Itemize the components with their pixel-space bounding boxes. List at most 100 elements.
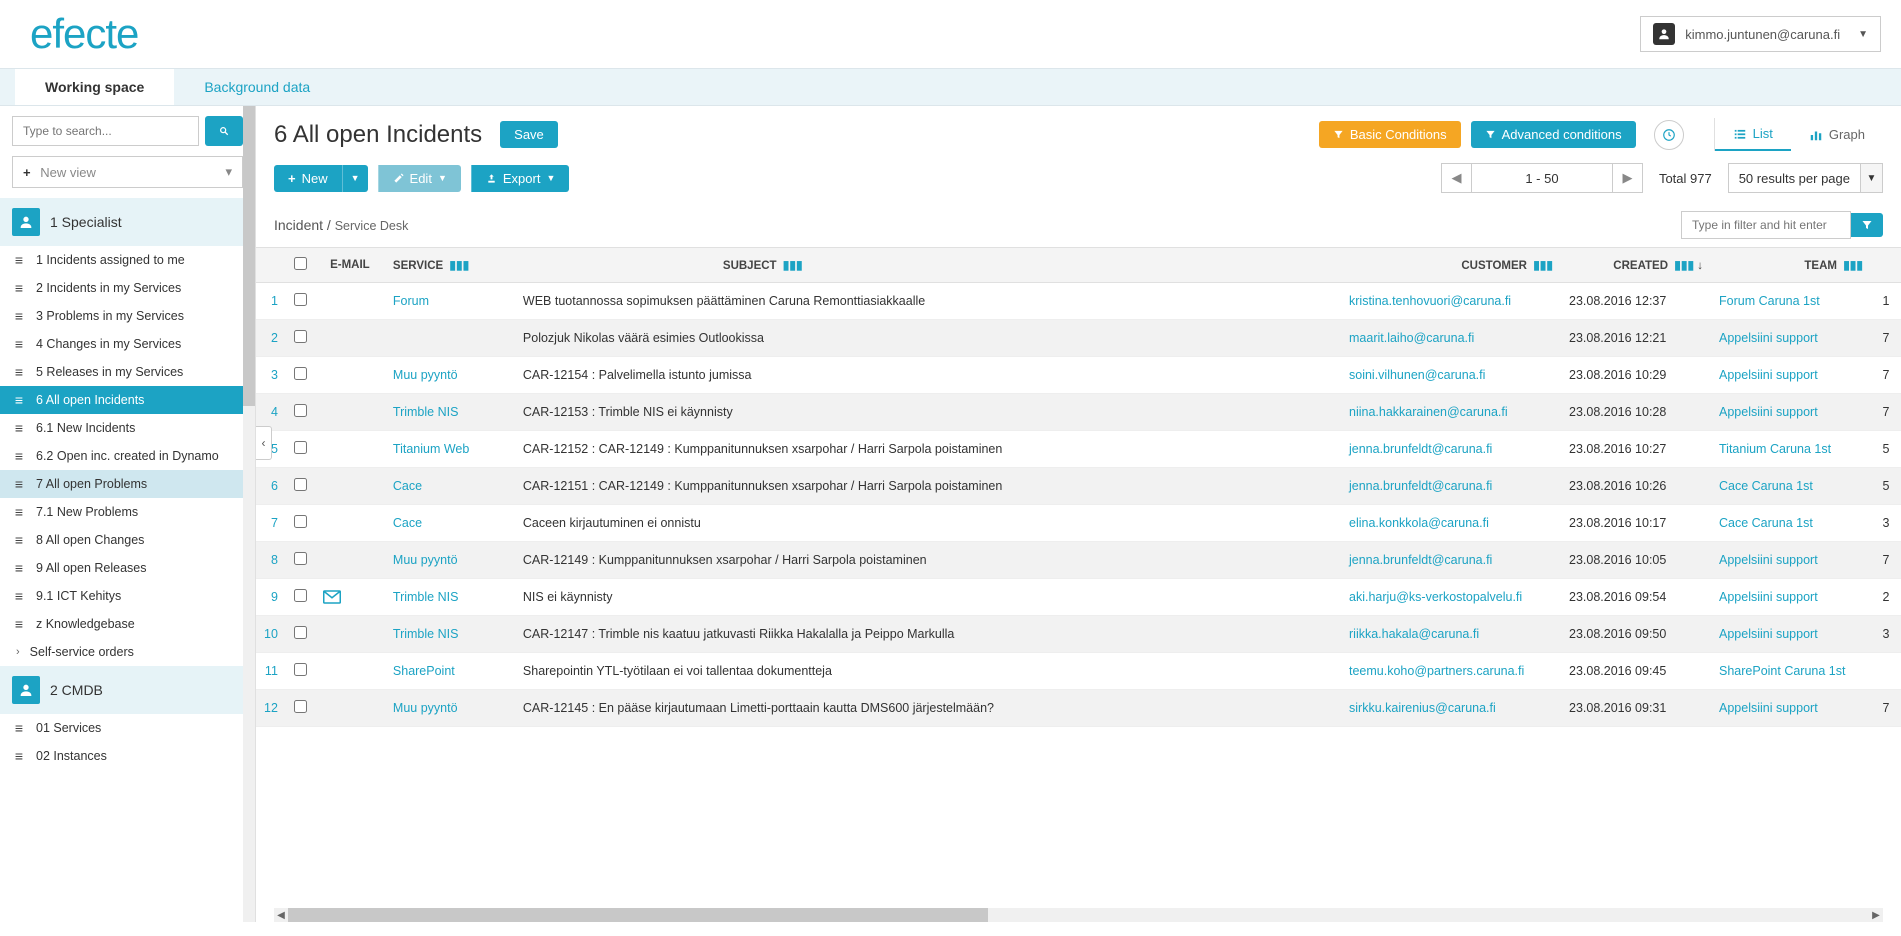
cell-service[interactable]: Cace [393, 516, 422, 530]
save-button[interactable]: Save [500, 121, 558, 148]
sidebar-scrollbar[interactable] [243, 106, 255, 922]
table-filter-input[interactable] [1681, 211, 1851, 239]
new-view-select[interactable]: + New view ▾ [12, 156, 243, 188]
cell-customer[interactable]: jenna.brunfeldt@caruna.fi [1349, 442, 1492, 456]
table-row[interactable]: 5Titanium WebCAR-12152 : CAR-12149 : Kum… [256, 431, 1901, 468]
sidebar-item[interactable]: ≡1 Incidents assigned to me [0, 246, 255, 274]
row-checkbox[interactable] [294, 663, 307, 676]
row-checkbox[interactable] [294, 367, 307, 380]
cell-team[interactable]: Cace Caruna 1st [1719, 516, 1813, 530]
cell-customer[interactable]: sirkku.kairenius@caruna.fi [1349, 701, 1496, 715]
row-checkbox[interactable] [294, 626, 307, 639]
row-checkbox[interactable] [294, 589, 307, 602]
sidebar-item[interactable]: ≡6.2 Open inc. created in Dynamo [0, 442, 255, 470]
sidebar-item[interactable]: ›Self-service orders [0, 638, 255, 666]
cell-customer[interactable]: kristina.tenhovuori@caruna.fi [1349, 294, 1511, 308]
cell-customer[interactable]: maarit.laiho@caruna.fi [1349, 331, 1474, 345]
cell-customer[interactable]: teemu.koho@partners.caruna.fi [1349, 664, 1524, 678]
tab-background-data[interactable]: Background data [174, 69, 340, 105]
table-row[interactable]: 12Muu pyyntöCAR-12145 : En pääse kirjaut… [256, 690, 1901, 727]
cell-customer[interactable]: riikka.hakala@caruna.fi [1349, 627, 1479, 641]
cell-team[interactable]: Appelsiini support [1719, 590, 1818, 604]
cell-team[interactable]: Appelsiini support [1719, 627, 1818, 641]
sidebar-item[interactable]: ≡7 All open Problems [0, 470, 255, 498]
cell-service[interactable]: Muu pyyntö [393, 701, 458, 715]
cell-customer[interactable]: niina.hakkarainen@caruna.fi [1349, 405, 1508, 419]
search-button[interactable] [205, 116, 243, 146]
cell-customer[interactable]: soini.vilhunen@caruna.fi [1349, 368, 1485, 382]
row-checkbox[interactable] [294, 441, 307, 454]
sidebar-item[interactable]: ≡7.1 New Problems [0, 498, 255, 526]
row-checkbox[interactable] [294, 700, 307, 713]
table-filter-button[interactable] [1851, 213, 1883, 237]
cell-customer[interactable]: jenna.brunfeldt@caruna.fi [1349, 553, 1492, 567]
sidebar-item[interactable]: ≡9 All open Releases [0, 554, 255, 582]
row-checkbox[interactable] [294, 515, 307, 528]
cell-team[interactable]: SharePoint Caruna 1st [1719, 664, 1845, 678]
scrollbar-thumb[interactable] [243, 106, 255, 406]
table-row[interactable]: 1ForumWEB tuotannossa sopimuksen päättäm… [256, 283, 1901, 320]
pager-next[interactable]: ▶ [1612, 164, 1642, 192]
view-list-tab[interactable]: List [1715, 118, 1791, 151]
sidebar-item[interactable]: ≡5 Releases in my Services [0, 358, 255, 386]
sidebar-item[interactable]: ≡6 All open Incidents [0, 386, 255, 414]
clock-icon[interactable] [1654, 120, 1684, 150]
sidebar-item[interactable]: ≡8 All open Changes [0, 526, 255, 554]
cell-customer[interactable]: elina.konkkola@caruna.fi [1349, 516, 1489, 530]
view-graph-tab[interactable]: Graph [1791, 118, 1883, 151]
cell-customer[interactable]: jenna.brunfeldt@caruna.fi [1349, 479, 1492, 493]
table-row[interactable]: 11SharePointSharepointin YTL-työtilaan e… [256, 653, 1901, 690]
table-row[interactable]: 7CaceCaceen kirjautuminen ei onnistuelin… [256, 505, 1901, 542]
cell-team[interactable]: Appelsiini support [1719, 701, 1818, 715]
cell-team[interactable]: Appelsiini support [1719, 405, 1818, 419]
horizontal-scrollbar[interactable]: ◀ ▶ [274, 908, 1883, 922]
sort-icon[interactable]: ▮▮▮ [783, 258, 803, 272]
search-input[interactable] [12, 116, 199, 146]
cell-team[interactable]: Appelsiini support [1719, 331, 1818, 345]
table-row[interactable]: 10Trimble NISCAR-12147 : Trimble nis kaa… [256, 616, 1901, 653]
row-checkbox[interactable] [294, 293, 307, 306]
edit-button[interactable]: Edit ▼ [378, 165, 461, 192]
sidebar-item[interactable]: ≡4 Changes in my Services [0, 330, 255, 358]
advanced-conditions-button[interactable]: Advanced conditions [1471, 121, 1636, 148]
cell-service[interactable]: Trimble NIS [393, 590, 459, 604]
user-menu[interactable]: kimmo.juntunen@caruna.fi ▼ [1640, 16, 1881, 52]
cell-service[interactable]: Muu pyyntö [393, 368, 458, 382]
basic-conditions-button[interactable]: Basic Conditions [1319, 121, 1461, 148]
table-row[interactable]: 6CaceCAR-12151 : CAR-12149 : Kumppanitun… [256, 468, 1901, 505]
row-checkbox[interactable] [294, 330, 307, 343]
sidebar-item[interactable]: ≡3 Problems in my Services [0, 302, 255, 330]
export-button[interactable]: Export ▼ [471, 165, 570, 192]
cell-customer[interactable]: aki.harju@ks-verkostopalvelu.fi [1349, 590, 1522, 604]
cell-service[interactable]: Trimble NIS [393, 627, 459, 641]
cell-service[interactable]: Cace [393, 479, 422, 493]
results-per-page-select[interactable]: 50 results per page ▼ [1728, 163, 1883, 193]
new-dropdown[interactable]: ▼ [342, 165, 368, 192]
sort-icon[interactable]: ▮▮▮ [1674, 258, 1694, 272]
cell-service[interactable]: Muu pyyntö [393, 553, 458, 567]
cell-team[interactable]: Appelsiini support [1719, 553, 1818, 567]
table-row[interactable]: 9Trimble NISNIS ei käynnistyaki.harju@ks… [256, 579, 1901, 616]
cell-service[interactable]: Trimble NIS [393, 405, 459, 419]
row-checkbox[interactable] [294, 404, 307, 417]
sidebar-item[interactable]: ≡02 Instances [0, 742, 255, 770]
sidebar-item[interactable]: ≡01 Services [0, 714, 255, 742]
sidebar-section-header[interactable]: 2 CMDB [0, 666, 255, 714]
cell-team[interactable]: Cace Caruna 1st [1719, 479, 1813, 493]
sidebar-item[interactable]: ≡6.1 New Incidents [0, 414, 255, 442]
scroll-left-arrow[interactable]: ◀ [274, 908, 288, 922]
scroll-right-arrow[interactable]: ▶ [1869, 908, 1883, 922]
cell-team[interactable]: Appelsiini support [1719, 368, 1818, 382]
cell-service[interactable]: Titanium Web [393, 442, 469, 456]
sort-icon[interactable]: ▮▮▮ [1533, 258, 1553, 272]
table-row[interactable]: 2Polozjuk Nikolas väärä esimies Outlooki… [256, 320, 1901, 357]
cell-team[interactable]: Forum Caruna 1st [1719, 294, 1820, 308]
table-row[interactable]: 4Trimble NISCAR-12153 : Trimble NIS ei k… [256, 394, 1901, 431]
sidebar-item[interactable]: ≡z Knowledgebase [0, 610, 255, 638]
new-button[interactable]: + New [274, 165, 342, 192]
table-row[interactable]: 3Muu pyyntöCAR-12154 : Palvelimella istu… [256, 357, 1901, 394]
select-all-checkbox[interactable] [294, 257, 307, 270]
cell-team[interactable]: Titanium Caruna 1st [1719, 442, 1831, 456]
sidebar-collapse-handle[interactable]: ‹ [256, 426, 272, 460]
sidebar-section-header[interactable]: 1 Specialist [0, 198, 255, 246]
